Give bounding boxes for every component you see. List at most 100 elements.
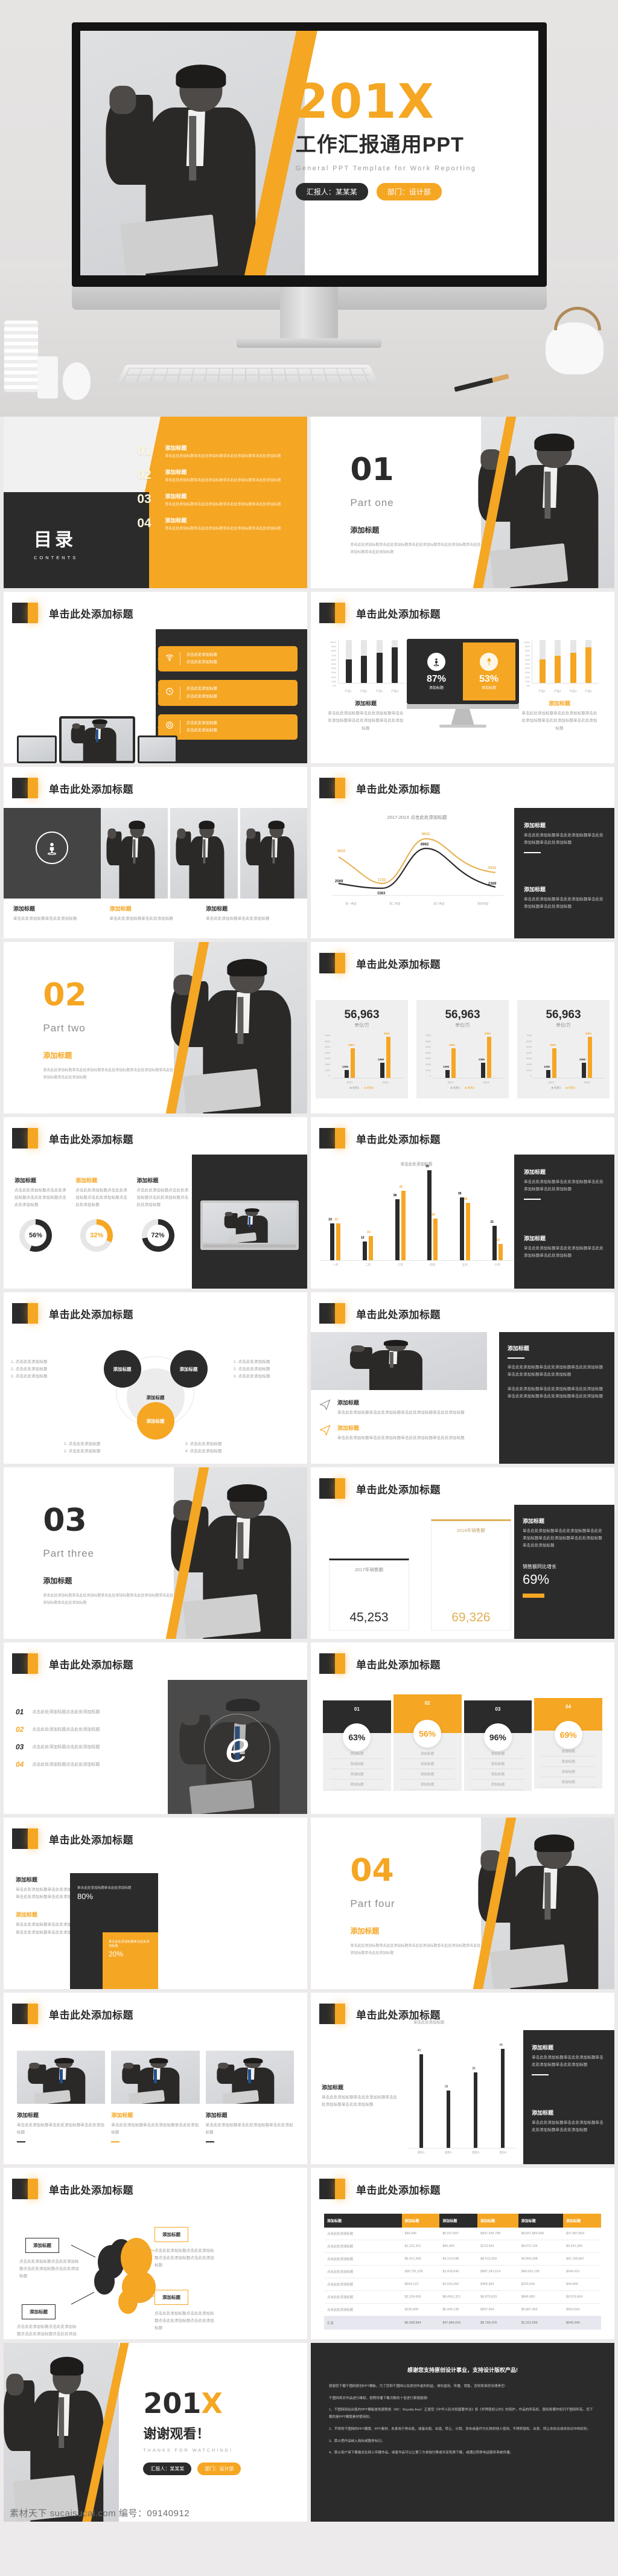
venn-circle[interactable]: 添加标题: [136, 1402, 174, 1440]
x-tick: 第四季度: [477, 902, 489, 905]
info-bubble[interactable]: 点击此处添加标题 点击此处添加标题: [157, 714, 298, 740]
list-item: 1. 点击此处添加标题: [234, 1360, 270, 1364]
slide-legal-notice[interactable]: 感谢您支持原创设计事业，支持设计版权产品! 感谢您下载千图网原创PPT模板，为了…: [311, 2343, 614, 2522]
growth-label: 销售额同比增长: [523, 1563, 557, 1569]
slide-section-01[interactable]: 01 Part one 添加标题 单击此处添加标题单击此处添加标题单击此处添加标…: [311, 417, 614, 588]
slide-percent-cards[interactable]: 单击此处添加标题 01 63% 添加标题 添加标题 添加标题 添加标题 02 5…: [311, 1642, 614, 1814]
column-value: 45,253: [349, 1610, 389, 1624]
caption-row: 添加标题 单击此处添加标题单击此处添加标题 添加标题 单击此处添加标题单击此处添…: [13, 905, 293, 923]
x-tick: 产品2: [360, 690, 368, 693]
cover-year: 201X: [296, 78, 515, 126]
photo-cell[interactable]: 添加标题 单击此处添加标题单击此处添加标题单击此处添加标题: [17, 2051, 106, 2143]
venn-bottom-left-list: 1. 点击此处添加标题 2. 点击此处添加标题: [64, 1441, 130, 1455]
slide-photo-grid[interactable]: 单击此处添加标题 添加标题 单击此处添加标题单击此处添加标题单击此处添加标题 添…: [4, 1993, 307, 2164]
kpi-card[interactable]: 56,963 单位/万 7000 6000 5000 4000 3000 2000 1000…: [416, 1000, 509, 1098]
toc-item[interactable]: 02 添加标题 单击此处添加标题单击此处添加标题单击此处添加标题单击此处添加标题: [137, 468, 301, 484]
brain-node[interactable]: 添加标题: [25, 2238, 59, 2253]
legal-paragraph: 千图网将对作品进行维权，按照传播下载次数的十倍进行索赔赔偿!: [329, 2396, 428, 2400]
toc-item[interactable]: 01 添加标题 单击此处添加标题单击此处添加标题单击此处添加标题单击此处添加标题: [137, 444, 301, 460]
slide-progress-rings[interactable]: 单击此处添加标题 添加标题 点击此处添加标题点击此处添加标题点击此处添加标题点击…: [4, 1117, 307, 1289]
slide-kpi-cards[interactable]: 单击此处添加标题 56,963 单位/万 7000 6000 5000 4000 300…: [311, 942, 614, 1113]
kpi-value: 53%: [479, 674, 499, 684]
slide-monthly-bars[interactable]: 单击此处添加标题 添加标题 单击此处添加标题单击此处添加标题单击此处添加标题单击…: [311, 1117, 614, 1289]
table-cell: $48,663,128: [518, 2265, 564, 2278]
ratio-value: 20%: [109, 1950, 124, 1958]
slide-brain-diagram[interactable]: 单击此处添加标题 添加标题 点击此处添加标题点击此处添加标题点击此处添加标题点击…: [4, 2168, 307, 2339]
photo-cell[interactable]: 添加标题 单击此处添加标题单击此处添加标题单击此处添加标题: [111, 2051, 200, 2143]
thanks-year-prefix: 201: [143, 2386, 202, 2420]
toc-item[interactable]: 03 添加标题 单击此处添加标题单击此处添加标题单击此处添加标题单击此处添加标题: [137, 492, 301, 508]
brain-node[interactable]: 添加标题: [154, 2290, 188, 2305]
title-square-dark-icon: [12, 1128, 28, 1149]
x-tick: 产品1: [345, 690, 352, 693]
icon-item[interactable]: 添加标题 单击此处添加标题单击此处添加标题单击此处添加标题单击此处添加标题: [319, 1399, 483, 1417]
numbered-item[interactable]: 04 点击此处添加标题点击此处添加标题: [16, 1760, 161, 1769]
svg-text:5632: 5632: [337, 850, 346, 853]
percent-card[interactable]: 03 96% 添加标题 添加标题 添加标题 添加标题: [464, 1700, 532, 1791]
kpi-card[interactable]: 56,963 单位/万 7000 6000 5000 4000 3000 2000 1000…: [517, 1000, 610, 1098]
title-square-amber-icon: [28, 778, 38, 798]
numbered-item[interactable]: 01 点击此处添加标题点击此处添加标题: [16, 1708, 161, 1716]
watermark-site: 素材天下 sucaisucai.com: [10, 2508, 116, 2519]
caption-desc: 单击此处添加标题单击此处添加标题: [206, 917, 270, 921]
legal-paragraph: 4、禁止用户用下载格式在网上传播作品，或者作品可以让第三方单独付费或共享免费下载…: [329, 2451, 514, 2455]
ring-heading: 添加标题: [14, 1177, 37, 1184]
slide-title: 单击此处添加标题: [49, 1309, 133, 1321]
kpi-label: 添加标题: [428, 687, 444, 690]
line-chart-svg: 5632 1723 9632 5632 2569 1563 8962 2369: [332, 833, 505, 896]
slide-venn-diagram[interactable]: 单击此处添加标题 1. 点击此处添加标题 2. 点击此处添加标题 3. 点击此处…: [4, 1292, 307, 1464]
title-square-dark-icon: [12, 603, 28, 623]
chart-sales-compare: 2017年销售额 45,253 2018年销售额 69,326: [329, 1514, 511, 1630]
brain-node[interactable]: 添加标题: [154, 2227, 188, 2242]
percent-card[interactable]: 01 63% 添加标题 添加标题 添加标题 添加标题: [323, 1700, 391, 1791]
slide-title: 单击此处添加标题: [49, 608, 133, 620]
table-cell: $3,643,266: [439, 2278, 478, 2291]
slide-section-03[interactable]: 03 Part three 添加标题 单击此处添加标题单击此处添加标题单击此处添…: [4, 1467, 307, 1639]
slide-sales-compare[interactable]: 单击此处添加标题 添加标题 单击此处添加标题单击此处添加标题单击此处添加标题单击…: [311, 1467, 614, 1639]
info-bubble[interactable]: 点击此处添加标题 点击此处添加标题: [157, 646, 298, 672]
photo-cell[interactable]: 添加标题 单击此处添加标题单击此处添加标题单击此处添加标题: [205, 2051, 294, 2143]
venn-circle[interactable]: 添加标题: [103, 1350, 141, 1388]
slide-thanks[interactable]: 201X 谢谢观看！ THANKS FOR WATCHING! 汇报人：某某某 …: [4, 2343, 307, 2522]
department-pill: 部门：设计部: [197, 2462, 241, 2475]
item-text: 点击此处添加标题点击此处添加标题: [32, 1710, 100, 1714]
percent-card[interactable]: 04 69% 添加标题 添加标题 添加标题 添加标题: [534, 1698, 602, 1789]
card-percent: 56%: [413, 1720, 442, 1748]
kpi-card[interactable]: 56,963 单位/万 7000 6000 5000 4000 3000 2000 1000…: [316, 1000, 408, 1098]
info-bubble[interactable]: 点击此处添加标题 点击此处添加标题: [157, 680, 298, 706]
decor-cup: [37, 356, 58, 399]
slide-row: 201X 谢谢观看！ THANKS FOR WATCHING! 汇报人：某某某 …: [4, 2343, 614, 2522]
slide-section-04[interactable]: 04 Part four 添加标题 单击此处添加标题单击此处添加标题单击此处添加…: [311, 1818, 614, 1989]
slide-section-02[interactable]: 02 Part two 添加标题 单击此处添加标题单击此处添加标题单击此处添加标…: [4, 942, 307, 1113]
legend-item: ■ 名称1: [450, 1086, 460, 1089]
toc-item-number: 02: [137, 468, 151, 482]
percent-card[interactable]: 02 56% 添加标题 添加标题 添加标题 添加标题: [393, 1694, 462, 1791]
brain-node[interactable]: 添加标题: [22, 2304, 56, 2319]
slide-row: 单击此处添加标题 添加标题 单击此处添加标题单击此处添加标题 添加标题 单击此处…: [4, 767, 614, 938]
card-percent: 96%: [483, 1723, 512, 1751]
slide-icon-list[interactable]: 单击此处添加标题 添加标题 单击此处添加标题单击此处添加标题单击此处添加标题单击…: [311, 1292, 614, 1464]
venn-bottom-right-list: 3. 点击此处添加标题 4. 点击此处添加标题: [185, 1441, 252, 1455]
slide-title: 单击此处添加标题: [356, 608, 441, 620]
slide-row: 单击此处添加标题 添加标题 单击此处添加标题单击此处添加标题单击此处添加标题 添…: [4, 1993, 614, 2164]
slide-monitor-kpi[interactable]: 单击此处添加标题 100% 90% 80% 70% 60% 50% 40% 30% 20% 10%…: [311, 592, 614, 763]
slide-data-table[interactable]: 单击此处添加标题 添加标题 添加标题 添加标题 添加标题 添加标题 添加标题 点…: [311, 2168, 614, 2339]
slide-table-of-contents[interactable]: 目录 CONTENTS 01 添加标题 单击此处添加标题单击此处添加标题单击此处…: [4, 417, 307, 588]
icon-item[interactable]: 添加标题 单击此处添加标题单击此处添加标题单击此处添加标题单击此处添加标题: [319, 1424, 483, 1442]
numbered-item[interactable]: 03 点击此处添加标题点击此处添加标题: [16, 1743, 161, 1751]
slide-category-bars[interactable]: 单击此处添加标题 单击此处添加标题 添加标题 单击此处添加标题单击此处添加标题单…: [311, 1993, 614, 2164]
slide-title-block: 单击此处添加标题: [12, 1828, 133, 1849]
thanks-title-cn: 谢谢观看！: [143, 2426, 210, 2441]
table-header-cell: 添加标题: [324, 2214, 402, 2228]
slide-devices-bubbles[interactable]: 单击此处添加标题 点击此处添加标题 点击此处添加标题 点击此处添加标题 点击此处…: [4, 592, 307, 763]
slide-line-chart[interactable]: 单击此处添加标题 添加标题 单击此处添加标题单击此处添加标题单击此处添加标题单击…: [311, 767, 614, 938]
slide-icon-photo-split[interactable]: 单击此处添加标题 添加标题 单击此处添加标题单击此处添加标题 添加标题 单击此处…: [4, 767, 307, 938]
numbered-item[interactable]: 02 点击此处添加标题点击此处添加标题: [16, 1725, 161, 1734]
column-label: 2017年销售额: [354, 1566, 384, 1572]
toc-item[interactable]: 04 添加标题 单击此处添加标题单击此处添加标题单击此处添加标题单击此处添加标题: [137, 516, 301, 533]
slide-split-ratio[interactable]: 单击此处添加标题 添加标题 单击此处添加标题单击此处添加标题单击此处添加标题单击…: [4, 1818, 307, 1989]
internet-explorer-icon: e: [204, 1714, 271, 1780]
slide-numbered-list[interactable]: 单击此处添加标题 e 01 点击此处添加标题点击此处添加标题 02 点击此处添加…: [4, 1642, 307, 1814]
table-cell: 点击此处添加标题: [324, 2290, 402, 2304]
venn-circle[interactable]: 添加标题: [170, 1350, 208, 1388]
